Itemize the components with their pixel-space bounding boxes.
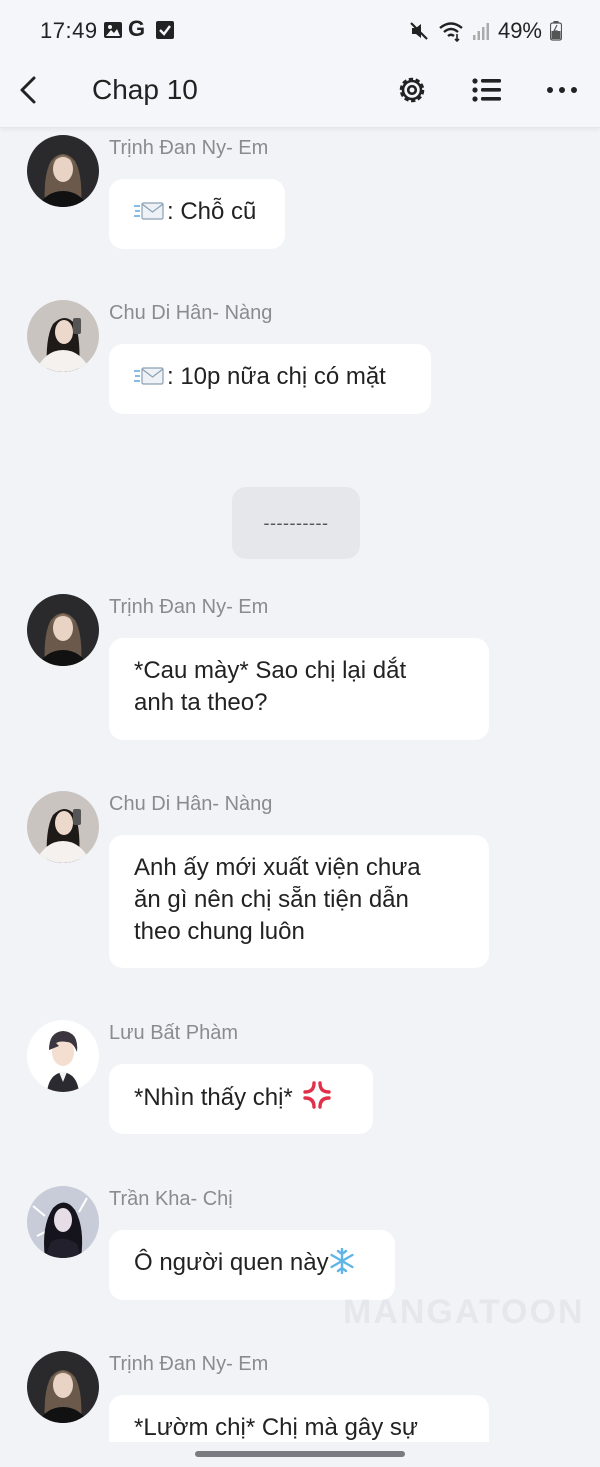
avatar-girl-light-icon: [27, 791, 99, 863]
sender-name: Trịnh Đan Ny- Em: [109, 137, 269, 159]
avatar[interactable]: [27, 1351, 99, 1423]
message-bubble[interactable]: : 10p nữa chị có mặt: [109, 344, 431, 414]
avatar[interactable]: [27, 135, 99, 207]
message-text-line: anh ta theo?: [134, 689, 268, 716]
settings-button[interactable]: [394, 72, 430, 108]
avatar[interactable]: [27, 1020, 99, 1092]
message-text: Ô người quen này: [134, 1249, 329, 1276]
status-bar: 17:49 G 49%: [0, 0, 600, 60]
message-text: : 10p nữa chị có mặt: [167, 363, 386, 390]
signal-icon: [472, 23, 489, 40]
list-icon: [472, 78, 501, 102]
status-right-group: 49%: [408, 18, 562, 44]
google-icon: G: [128, 16, 146, 41]
message-text-line: ăn gì nên chị sẵn tiện dẫn: [134, 886, 409, 913]
sender-name: Trần Kha- Chị: [109, 1188, 233, 1210]
sender-name: Chu Di Hân- Nàng: [109, 302, 273, 324]
avatar[interactable]: [27, 1186, 99, 1258]
page-title: Chap 10: [92, 74, 198, 105]
home-indicator[interactable]: [195, 1451, 405, 1457]
battery-icon: [550, 21, 562, 41]
battery-percent: 49%: [497, 18, 542, 43]
avatar[interactable]: [27, 791, 99, 863]
status-time: 17:49: [40, 18, 98, 43]
checkbox-icon: [156, 21, 174, 39]
mute-icon: [410, 22, 428, 40]
avatar-girl-light-icon: [27, 300, 99, 372]
avatar-boy-icon: [27, 1020, 99, 1092]
avatar-girl-dark-icon: [27, 1351, 99, 1423]
chapter-list-button[interactable]: [469, 72, 505, 108]
gear-icon: [399, 77, 425, 103]
top-bar: Chap 10: [0, 60, 600, 128]
message-bubble[interactable]: Ô người quen này: [109, 1230, 395, 1300]
more-button[interactable]: [544, 72, 580, 108]
avatar-girl-dark-icon: [27, 594, 99, 666]
message-text-line: theo chung luôn: [134, 918, 305, 945]
gallery-icon: [104, 22, 122, 38]
message-text-line: *Cau mày* Sao chị lại dắt: [134, 657, 407, 684]
message-text-line: Anh ấy mới xuất viện chưa: [134, 854, 421, 881]
scene-separator: ----------: [232, 487, 360, 559]
avatar-girl-dark-icon: [27, 135, 99, 207]
message-bubble[interactable]: *Nhìn thấy chị*: [109, 1064, 373, 1134]
avatar[interactable]: [27, 300, 99, 372]
snowflake-emoji-icon: [329, 1248, 354, 1274]
more-icon: [547, 87, 577, 93]
watermark: MANGATOON: [343, 1293, 585, 1331]
message-bubble[interactable]: *Cau mày* Sao chị lại dắt anh ta theo?: [109, 638, 489, 740]
message-text: *Lườm chị* Chị mà gây sự: [134, 1414, 418, 1441]
avatar[interactable]: [27, 594, 99, 666]
message-text: : Chỗ cũ: [167, 198, 257, 225]
anger-emoji-icon: [303, 1081, 332, 1109]
wifi-icon: [439, 22, 463, 42]
message-bubble[interactable]: : Chỗ cũ: [109, 179, 285, 249]
message-text: *Nhìn thấy chị*: [134, 1084, 300, 1111]
envelope-emoji-icon: [134, 367, 164, 385]
back-icon[interactable]: [14, 74, 46, 106]
sender-name: Lưu Bất Phàm: [109, 1022, 239, 1044]
sender-name: Trịnh Đan Ny- Em: [109, 1353, 269, 1375]
message-bubble[interactable]: Anh ấy mới xuất viện chưa ăn gì nên chị …: [109, 835, 489, 968]
avatar-dark-character-icon: [27, 1186, 99, 1258]
sender-name: Trịnh Đan Ny- Em: [109, 596, 269, 618]
envelope-emoji-icon: [134, 202, 164, 220]
sender-name: Chu Di Hân- Nàng: [109, 793, 273, 815]
